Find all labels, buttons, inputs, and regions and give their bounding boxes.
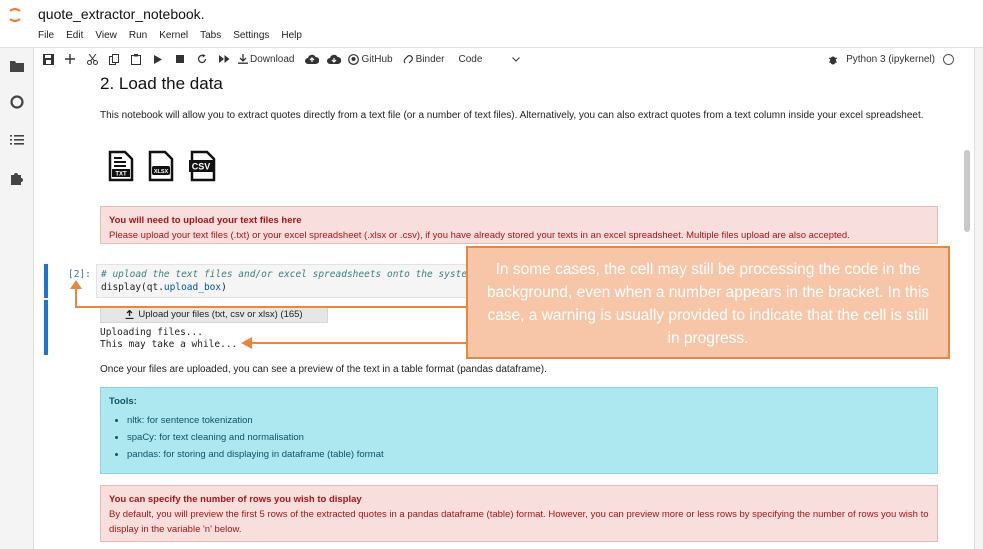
- chevron-down-icon: [512, 56, 521, 62]
- txt-file-icon: TXT: [108, 150, 134, 182]
- kernel-name[interactable]: Python 3 (ipykernel): [846, 54, 935, 65]
- tools-list: nltk: for sentence tokenization spaCy: f…: [127, 413, 929, 462]
- toc-icon[interactable]: [9, 132, 25, 148]
- code-call-attr: upload_box: [163, 282, 222, 293]
- output-line-uploading: Uploading files...: [100, 327, 203, 338]
- upload-alert-title: You will need to upload your text files …: [109, 215, 302, 226]
- rows-alert-text: By default, you will preview the first 5…: [109, 509, 929, 535]
- menu-help[interactable]: Help: [281, 30, 302, 41]
- paste-icon[interactable]: [128, 50, 144, 68]
- xlsx-file-icon: XLSX: [148, 150, 174, 182]
- annotation-callout: In some cases, the cell may still be pro…: [466, 246, 950, 359]
- tools-alert: Tools: nltk: for sentence tokenization s…: [100, 387, 938, 474]
- download-label: Download: [250, 53, 295, 65]
- rows-alert-title: You can specify the number of rows you w…: [109, 494, 362, 505]
- stop-icon[interactable]: [172, 50, 188, 68]
- binder-button[interactable]: Binder: [403, 50, 445, 68]
- notebook-scrollbar[interactable]: [962, 72, 972, 549]
- menu-view[interactable]: View: [95, 30, 117, 41]
- notebook-toolbar: Download GitHub Binder Code Python 3 (ip…: [34, 48, 974, 70]
- upload-files-button[interactable]: Upload your files (txt, csv or xlsx) (16…: [100, 306, 328, 323]
- cell-type-select[interactable]: Code: [459, 50, 521, 68]
- tools-item-nltk: nltk: for sentence tokenization: [127, 413, 929, 428]
- save-icon[interactable]: [40, 50, 56, 68]
- folder-icon[interactable]: [9, 58, 25, 74]
- notebook-title[interactable]: quote_extractor_notebook.: [38, 6, 205, 22]
- intro-paragraph: This notebook will allow you to extract …: [100, 110, 924, 121]
- right-sidebar: [974, 48, 983, 549]
- xlsx-icon-label: XLSX: [154, 169, 169, 175]
- cloud-upload-icon[interactable]: [304, 50, 320, 68]
- left-sidebar: [0, 48, 34, 549]
- restart-icon[interactable]: [194, 50, 210, 68]
- menu-edit[interactable]: Edit: [66, 30, 83, 41]
- binder-label: Binder: [415, 53, 445, 65]
- file-type-icons: TXT XLSX CSV: [108, 150, 218, 182]
- upload-alert-text: Please upload your text files (.txt) or …: [109, 230, 850, 241]
- run-icon[interactable]: [150, 50, 166, 68]
- upload-icon: [125, 310, 134, 319]
- running-icon[interactable]: [9, 94, 25, 110]
- upload-alert: You will need to upload your text files …: [100, 206, 938, 244]
- csv-file-icon: CSV: [189, 150, 216, 182]
- section-heading: 2. Load the data: [100, 74, 223, 93]
- txt-icon-label: TXT: [115, 172, 127, 178]
- bug-icon[interactable]: [828, 54, 838, 65]
- scrollbar-thumb[interactable]: [964, 150, 970, 232]
- menu-file[interactable]: File: [38, 30, 54, 41]
- menu-run[interactable]: Run: [129, 30, 147, 41]
- output-line-wait: This may take a while...: [100, 339, 238, 350]
- csv-icon-label: CSV: [192, 162, 211, 172]
- execution-count: [2]:: [68, 269, 91, 280]
- jupyter-logo-icon: [9, 8, 21, 22]
- code-comment: # upload the text files and/or excel spr…: [101, 269, 473, 280]
- download-button[interactable]: Download: [238, 50, 294, 68]
- rows-alert: You can specify the number of rows you w…: [100, 485, 938, 542]
- title-bar: quote_extractor_notebook. File Edit View…: [0, 0, 983, 48]
- tools-alert-title: Tools:: [109, 396, 137, 407]
- menu-tabs[interactable]: Tabs: [200, 30, 221, 41]
- github-label: GitHub: [361, 53, 393, 65]
- tools-item-spacy: spaCy: for text cleaning and normalisati…: [127, 430, 929, 445]
- output-active-bar[interactable]: [44, 300, 48, 355]
- extension-icon[interactable]: [9, 170, 25, 186]
- kernel-status[interactable]: Python 3 (ipykernel): [828, 48, 954, 70]
- menu-bar: File Edit View Run Kernel Tabs Settings …: [38, 30, 302, 41]
- cell-active-bar[interactable]: [44, 264, 48, 298]
- cloud-download-icon[interactable]: [326, 50, 342, 68]
- cut-icon[interactable]: [84, 50, 100, 68]
- upload-button-label: Upload your files (txt, csv or xlsx) (16…: [138, 309, 303, 320]
- add-cell-icon[interactable]: [62, 50, 78, 68]
- after-upload-text: Once your files are uploaded, you can se…: [100, 364, 547, 375]
- code-call-suffix: ): [221, 282, 227, 293]
- copy-icon[interactable]: [106, 50, 122, 68]
- menu-kernel[interactable]: Kernel: [159, 30, 188, 41]
- tools-item-pandas: pandas: for storing and displaying in da…: [127, 447, 929, 462]
- cell-type-value: Code: [458, 53, 483, 65]
- fast-forward-icon[interactable]: [216, 50, 232, 68]
- kernel-idle-icon: [943, 53, 954, 65]
- menu-settings[interactable]: Settings: [233, 30, 269, 41]
- code-call-prefix: display(qt.: [101, 282, 164, 293]
- github-button[interactable]: GitHub: [348, 50, 393, 68]
